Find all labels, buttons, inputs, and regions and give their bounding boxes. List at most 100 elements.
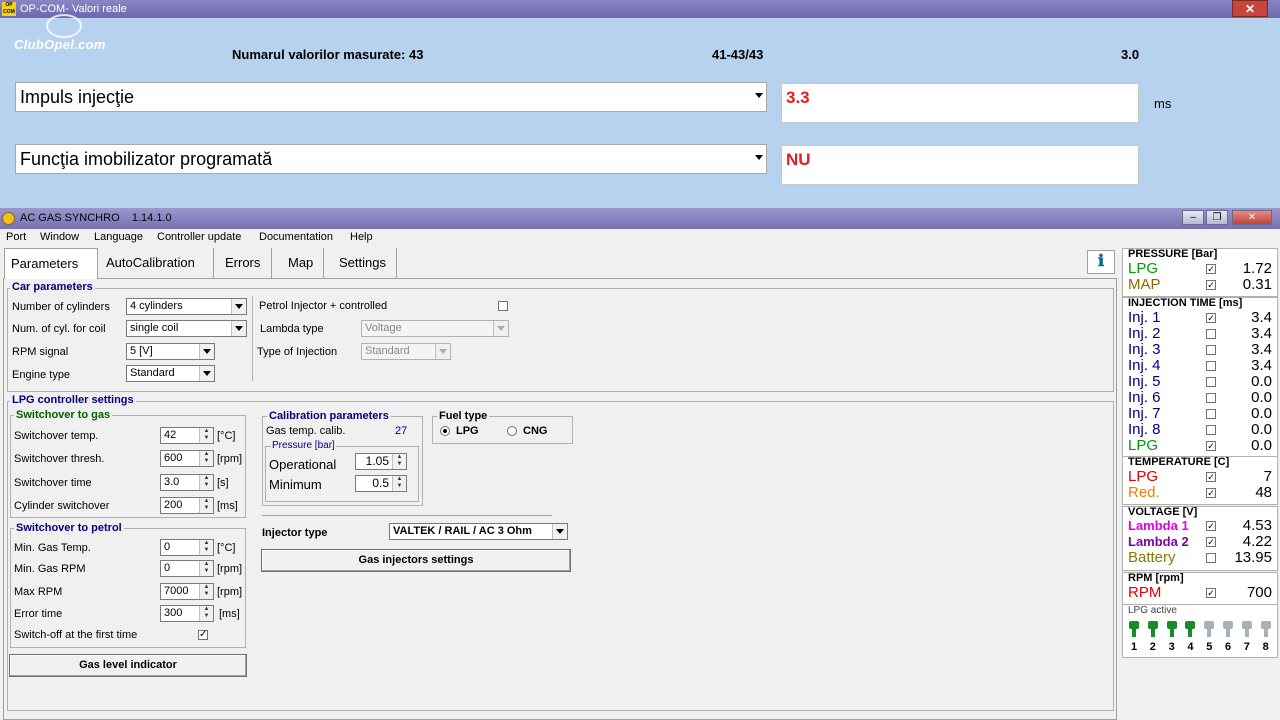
row-checkbox[interactable]: ✓ <box>1206 588 1216 598</box>
row-checkbox[interactable] <box>1206 361 1216 371</box>
injector-icon <box>1203 621 1215 639</box>
row-checkbox[interactable]: ✓ <box>1206 280 1216 290</box>
switch-off-first-time-label: Switch-off at the first time <box>14 629 138 641</box>
row-checkbox[interactable]: ✓ <box>1206 441 1216 451</box>
menu-documentation[interactable]: Documentation <box>259 231 333 243</box>
parameter-select-2-text: Funcţia imobilizator programată <box>20 149 273 169</box>
row-checkbox[interactable]: ✓ <box>1206 537 1216 547</box>
values-range: 41-43/43 <box>712 47 764 62</box>
injection-type-select[interactable]: Standard <box>361 343 451 360</box>
info-button[interactable]: ℹ <box>1087 250 1115 274</box>
parameter-select-2[interactable]: Funcţia imobilizator programată <box>15 144 767 174</box>
maximize-button[interactable]: ❐ <box>1206 210 1228 225</box>
injector-type-select[interactable]: VALTEK / RAIL / AC 3 Ohm <box>389 523 568 540</box>
coil-select[interactable]: single coil <box>126 320 247 337</box>
spinner-icon[interactable]: ▲ ▼ <box>199 584 213 599</box>
operational-value: 1.05 <box>365 454 389 468</box>
row-label: Inj. 1 <box>1128 309 1161 326</box>
tab-settings[interactable]: Settings <box>333 248 397 279</box>
row-checkbox[interactable] <box>1206 553 1216 563</box>
row-checkbox[interactable] <box>1206 377 1216 387</box>
tab-autocalibration[interactable]: AutoCalibration <box>100 248 214 279</box>
spinner-icon[interactable]: ▲ ▼ <box>199 606 213 621</box>
row-checkbox[interactable] <box>1206 425 1216 435</box>
row-label: Inj. 8 <box>1128 421 1161 438</box>
row-label: Inj. 2 <box>1128 325 1161 342</box>
row-checkbox[interactable]: ✓ <box>1206 488 1216 498</box>
row-checkbox[interactable] <box>1206 409 1216 419</box>
switchover-time-input[interactable]: 3.0 ▲ ▼ <box>160 474 214 491</box>
row-checkbox[interactable] <box>1206 393 1216 403</box>
row-checkbox[interactable]: ✓ <box>1206 472 1216 482</box>
switchover-thresh-input[interactable]: 600 ▲ ▼ <box>160 450 214 467</box>
row-label: Red. <box>1128 484 1160 501</box>
row-checkbox[interactable]: ✓ <box>1206 313 1216 323</box>
opcom-close-button[interactable]: ✕ <box>1232 0 1268 17</box>
rpm-signal-select[interactable]: 5 [V] <box>126 343 215 360</box>
cylinders-select[interactable]: 4 cylinders <box>126 298 247 315</box>
menu-language[interactable]: Language <box>94 231 143 243</box>
temperature-row: LPG ✓ 7 <box>1128 469 1272 485</box>
injection-time-title: INJECTION TIME [ms] <box>1128 297 1243 309</box>
chevron-down-icon <box>231 321 246 336</box>
spinner-icon[interactable]: ▲ ▼ <box>392 476 406 491</box>
petrol-injector-checkbox[interactable] <box>498 301 508 311</box>
min-gas-temp-input[interactable]: 0 ▲ ▼ <box>160 539 214 556</box>
spinner-icon[interactable]: ▲ ▼ <box>199 428 213 443</box>
switchover-temp-input[interactable]: 42 ▲ ▼ <box>160 427 214 444</box>
operational-input[interactable]: 1.05 ▲ ▼ <box>355 453 407 470</box>
min-gas-rpm-input[interactable]: 0 ▲ ▼ <box>160 560 214 577</box>
spinner-icon[interactable]: ▲ ▼ <box>199 498 213 513</box>
row-checkbox[interactable]: ✓ <box>1206 521 1216 531</box>
row-label: Inj. 5 <box>1128 373 1161 390</box>
gas-injectors-settings-button[interactable]: Gas injectors settings <box>261 549 571 572</box>
switchover-thresh-label: Switchover thresh. <box>14 453 105 465</box>
spinner-icon[interactable]: ▲ ▼ <box>199 561 213 576</box>
cylinder-switchover-input[interactable]: 200 ▲ ▼ <box>160 497 214 514</box>
engine-type-select[interactable]: Standard <box>126 365 215 382</box>
row-value: 3.4 <box>1251 341 1272 358</box>
min-gas-temp-value: 0 <box>164 541 171 553</box>
row-checkbox[interactable] <box>1206 329 1216 339</box>
min-gas-temp-unit: [°C] <box>217 542 236 554</box>
fuel-cng-radio[interactable] <box>507 426 517 436</box>
switchover-temp-unit: [°C] <box>217 430 236 442</box>
row-checkbox[interactable]: ✓ <box>1206 264 1216 274</box>
switchover-to-gas-title: Switchover to gas <box>14 409 113 421</box>
tab-parameters[interactable]: Parameters <box>4 248 98 279</box>
injector-number: 2 <box>1149 641 1156 653</box>
cylinders-label: Number of cylinders <box>12 301 110 313</box>
calibration-title: Calibration parameters <box>267 410 391 422</box>
spinner-icon[interactable]: ▲ ▼ <box>392 454 406 469</box>
row-checkbox[interactable] <box>1206 345 1216 355</box>
lambda-type-select[interactable]: Voltage <box>361 320 509 337</box>
injector-number: 3 <box>1168 641 1175 653</box>
fuel-lpg-radio[interactable] <box>440 426 450 436</box>
close-button[interactable]: ✕ <box>1232 210 1272 225</box>
tab-errors[interactable]: Errors <box>219 248 272 279</box>
injector-number: 5 <box>1206 641 1213 653</box>
menu-help[interactable]: Help <box>350 231 373 243</box>
error-time-input[interactable]: 300 ▲ ▼ <box>160 605 214 622</box>
minimize-button[interactable]: – <box>1182 210 1204 225</box>
tab-map[interactable]: Map <box>282 248 324 279</box>
gas-level-indicator-button[interactable]: Gas level indicator <box>9 654 247 677</box>
row-value: 4.22 <box>1242 533 1272 550</box>
max-rpm-input[interactable]: 7000 ▲ ▼ <box>160 583 214 600</box>
opcom-title: OP-COM- Valori reale <box>20 3 127 15</box>
switch-off-first-time-checkbox[interactable]: ✓ <box>198 630 208 640</box>
menu-controller-update[interactable]: Controller update <box>157 231 241 243</box>
injector-number: 8 <box>1262 641 1269 653</box>
gas-temp-calib-label: Gas temp. calib. <box>266 425 346 437</box>
menu-port[interactable]: Port <box>6 231 26 243</box>
min-gas-rpm-value: 0 <box>164 562 171 574</box>
spinner-icon[interactable]: ▲ ▼ <box>199 451 213 466</box>
chevron-down-icon <box>435 344 450 359</box>
parameter-select-1[interactable]: Impuls injecţie <box>15 82 767 112</box>
minimum-label: Minimum <box>269 477 322 492</box>
spinner-icon[interactable]: ▲ ▼ <box>199 475 213 490</box>
menu-window[interactable]: Window <box>40 231 79 243</box>
injection-time-row: Inj. 6 0.0 <box>1128 390 1272 406</box>
spinner-icon[interactable]: ▲ ▼ <box>199 540 213 555</box>
minimum-input[interactable]: 0.5 ▲ ▼ <box>355 475 407 492</box>
